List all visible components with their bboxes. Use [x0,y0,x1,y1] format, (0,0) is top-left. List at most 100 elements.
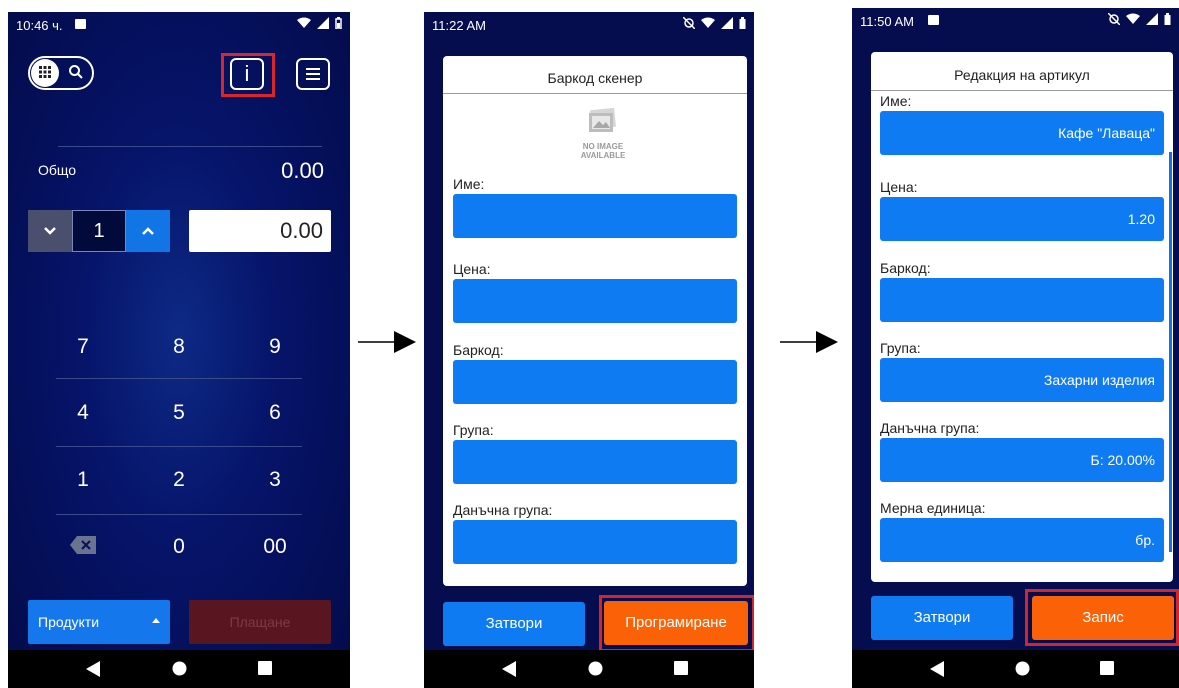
products-button-label: Продукти [38,614,100,630]
edit-item-screen: 11:50 AM Редакция на артикул Име: Кафе "… [852,8,1179,688]
edit-item-dialog: Редакция на артикул Име: Кафе "Лаваца" Ц… [871,52,1173,582]
image-notification-icon [928,15,939,25]
signal-icon [317,17,329,29]
barcode-scanner-screen: 11:22 AM Баркод скенер NO IMAGE AVAILABL… [424,12,754,688]
key-1[interactable]: 1 [43,455,123,505]
wifi-icon [701,17,715,28]
barcode-input[interactable] [880,278,1164,322]
scrollbar[interactable] [1169,152,1172,552]
keypad-icon [39,66,51,85]
price-input[interactable]: 1.20 [880,197,1164,241]
no-image-icon [589,108,616,132]
tax-group-input[interactable]: Б: 20.00% [880,438,1164,482]
search-icon [68,64,84,85]
dialog-title-divider [871,90,1173,91]
keypad-search-toggle[interactable] [28,56,94,90]
battery-icon [335,17,342,29]
name-input[interactable]: Кафе "Лаваца" [880,111,1164,155]
no-image-text: NO IMAGE AVAILABLE [553,142,653,160]
amount-field[interactable]: 0.00 [189,210,331,252]
navigation-bar [8,650,350,688]
battery-icon [1164,13,1171,25]
key-6[interactable]: 6 [235,388,315,438]
caret-up-icon [152,618,160,623]
status-time: 11:22 AM [432,18,486,33]
key-5[interactable]: 5 [139,388,219,438]
key-2[interactable]: 2 [139,455,219,505]
navigation-bar [852,650,1179,688]
info-icon: i [244,61,250,86]
menu-button[interactable] [296,58,330,90]
back-icon[interactable] [86,661,100,677]
alarm-off-icon [1108,13,1120,25]
home-icon[interactable] [588,661,603,676]
quantity-increase-button[interactable] [126,210,170,252]
quantity-field[interactable]: 1 [72,210,126,252]
back-icon[interactable] [930,661,944,677]
navigation-bar [424,650,754,688]
keypad-divider [56,446,302,447]
home-icon[interactable] [172,661,187,676]
group-input[interactable]: Захарни изделия [880,358,1164,402]
chevron-up-icon [142,227,154,235]
field-label-group: Група: [453,422,494,438]
barcode-input[interactable] [453,360,737,404]
signal-icon [721,17,733,29]
key-9[interactable]: 9 [235,322,315,372]
status-time: 11:50 AM [860,14,914,29]
group-input[interactable] [453,440,737,484]
pay-button[interactable]: Плащане [189,600,331,644]
price-input[interactable] [453,279,737,323]
tax-group-input[interactable] [453,520,737,564]
back-icon[interactable] [502,661,516,677]
close-button[interactable]: Затвори [443,602,585,646]
field-label-price: Цена: [453,261,491,277]
key-3[interactable]: 3 [235,455,315,505]
total-label: Общо [38,162,77,178]
info-button[interactable]: i [230,58,264,90]
pos-main-screen: 10:46 ч. i Общо 0.00 1 0.00 7 8 9 4 5 6 … [8,12,350,688]
recents-icon[interactable] [1100,661,1114,675]
field-label-barcode: Баркод: [453,342,504,358]
barcode-scanner-dialog: Баркод скенер NO IMAGE AVAILABLE Име: Це… [443,56,747,586]
name-input[interactable] [453,194,737,238]
close-button[interactable]: Затвори [871,596,1013,640]
keypad-toggle-knob [31,59,59,87]
quantity-decrease-button[interactable] [28,210,72,252]
key-8[interactable]: 8 [139,322,219,372]
signal-icon [1146,13,1158,25]
key-7[interactable]: 7 [43,322,123,372]
unit-input[interactable]: бр. [880,518,1164,562]
status-bar: 11:50 AM [852,8,1179,34]
key-0[interactable]: 0 [139,522,219,572]
field-label-barcode: Баркод: [880,260,931,276]
status-bar: 11:22 AM [424,12,754,38]
keypad-divider [56,514,302,515]
image-notification-icon [75,19,86,29]
recents-icon[interactable] [258,661,272,675]
field-label-tax-group: Данъчна група: [453,502,553,518]
program-button[interactable]: Програмиране [604,601,748,645]
status-bar: 10:46 ч. [8,12,350,38]
status-time: 10:46 ч. [16,18,63,33]
chevron-down-icon [44,227,56,235]
dialog-title: Редакция на артикул [954,67,1090,83]
products-button[interactable]: Продукти [28,600,170,644]
flow-arrow-icon [780,331,838,353]
field-label-group: Група: [880,340,921,356]
no-image-line: AVAILABLE [580,151,626,160]
wifi-icon [1126,13,1140,24]
battery-icon [739,17,746,29]
wifi-icon [297,17,311,28]
no-image-line: NO IMAGE [582,142,624,151]
field-label-unit: Мерна единица: [880,500,986,516]
field-label-tax-group: Данъчна група: [880,420,980,436]
key-00[interactable]: 00 [235,522,315,572]
keypad-divider [56,378,302,379]
total-value: 0.00 [281,158,324,183]
backspace-icon[interactable] [70,536,96,559]
recents-icon[interactable] [674,661,688,675]
key-4[interactable]: 4 [43,388,123,438]
save-button[interactable]: Запис [1032,596,1174,640]
home-icon[interactable] [1015,661,1030,676]
